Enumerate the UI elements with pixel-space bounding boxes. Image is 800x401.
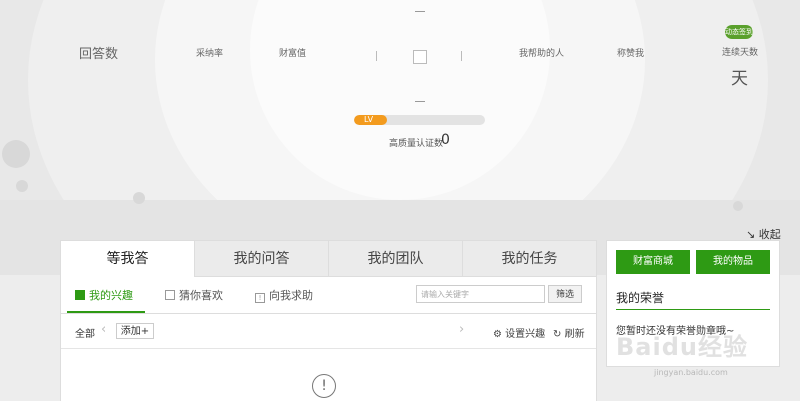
chevron-left-icon[interactable]: ‹ bbox=[101, 322, 106, 337]
list-icon bbox=[75, 290, 85, 300]
refresh-label: 刷新 bbox=[564, 329, 585, 340]
chevron-right-icon[interactable]: › bbox=[459, 322, 464, 337]
subnav-ask-me[interactable]: ! 向我求助 bbox=[255, 287, 313, 303]
helped-people-label: 我帮助的人 bbox=[519, 49, 565, 59]
wealth-mall-button[interactable]: 财富商城 bbox=[616, 250, 690, 274]
tab-my-qa[interactable]: 我的问答 bbox=[194, 241, 328, 277]
avatar[interactable] bbox=[413, 50, 427, 64]
set-interest-button[interactable]: ⚙ 设置兴趣 bbox=[493, 325, 545, 340]
tree-decoration bbox=[133, 192, 145, 204]
add-interest-button[interactable]: 添加+ bbox=[116, 323, 154, 339]
subnav-guess-like-label: 猜你喜欢 bbox=[179, 289, 223, 302]
consecutive-days-label: 连续天数 bbox=[722, 48, 759, 58]
active-subnav-underline bbox=[67, 311, 145, 313]
avatar-frame-bottom bbox=[415, 101, 425, 102]
tree-decoration bbox=[2, 140, 30, 168]
praised-me-label: 称赞我 bbox=[617, 49, 645, 59]
subnav-ask-me-label: 向我求助 bbox=[269, 289, 313, 302]
refresh-icon: ↻ bbox=[553, 329, 562, 340]
my-honor-title: 我的荣誉 bbox=[616, 291, 665, 305]
gear-icon: ⚙ bbox=[493, 329, 502, 340]
level-label: LV bbox=[364, 115, 374, 124]
subnav-guess-like[interactable]: 猜你喜欢 bbox=[165, 287, 223, 303]
keyword-search-input[interactable]: 请输入关键字 bbox=[416, 285, 545, 303]
answers-count-label: 回答数 bbox=[79, 47, 119, 62]
tab-my-team[interactable]: 我的团队 bbox=[328, 241, 462, 277]
consecutive-days-unit: 天 bbox=[731, 69, 748, 89]
wealth-label: 财富值 bbox=[279, 49, 307, 59]
empty-state-icon: ! bbox=[312, 374, 336, 398]
set-interest-label: 设置兴趣 bbox=[505, 329, 546, 340]
profile-hero: 回答数 采纳率 财富值 我帮助的人 称赞我 动态签到 连续天数 天 LV 高质量… bbox=[0, 0, 800, 275]
avatar-frame-left bbox=[376, 51, 377, 61]
heart-box-icon bbox=[165, 290, 175, 300]
main-panel: 等我答 我的问答 我的团队 我的任务 我的兴趣 猜你喜欢 ! 向我求助 请输入关键… bbox=[60, 240, 597, 401]
tree-decoration bbox=[733, 201, 743, 211]
checkin-badge[interactable]: 动态签到 bbox=[725, 25, 753, 39]
tab-wait-answer[interactable]: 等我答 bbox=[61, 241, 194, 277]
tab-my-tasks[interactable]: 我的任务 bbox=[462, 241, 596, 277]
quality-cert-count: 0 bbox=[441, 132, 450, 148]
info-box-icon: ! bbox=[255, 293, 265, 303]
tree-decoration bbox=[16, 180, 28, 192]
watermark-logo: Baidu经验 bbox=[616, 333, 748, 361]
adopted-rate-label: 采纳率 bbox=[196, 49, 224, 59]
sub-navigation: 我的兴趣 猜你喜欢 ! 向我求助 请输入关键字 筛选 bbox=[61, 277, 596, 314]
watermark-url: jingyan.baidu.com bbox=[654, 368, 728, 377]
subnav-my-interest-label: 我的兴趣 bbox=[89, 289, 133, 302]
filter-button[interactable]: 筛选 bbox=[548, 285, 582, 303]
honor-divider bbox=[616, 309, 770, 310]
interest-toolbar: 全部 ‹ 添加+ › ⚙ 设置兴趣 ↻ 刷新 bbox=[61, 314, 596, 349]
level-progress-bar: LV bbox=[354, 115, 485, 125]
all-interests[interactable]: 全部 bbox=[75, 325, 95, 340]
refresh-button[interactable]: ↻ 刷新 bbox=[553, 325, 585, 340]
main-tabs: 等我答 我的问答 我的团队 我的任务 bbox=[61, 241, 596, 277]
quality-cert-label: 高质量认证数 bbox=[389, 139, 444, 149]
avatar-frame-right bbox=[461, 51, 462, 61]
my-items-button[interactable]: 我的物品 bbox=[696, 250, 770, 274]
avatar-frame-top bbox=[415, 11, 425, 12]
subnav-my-interest[interactable]: 我的兴趣 bbox=[75, 287, 133, 303]
